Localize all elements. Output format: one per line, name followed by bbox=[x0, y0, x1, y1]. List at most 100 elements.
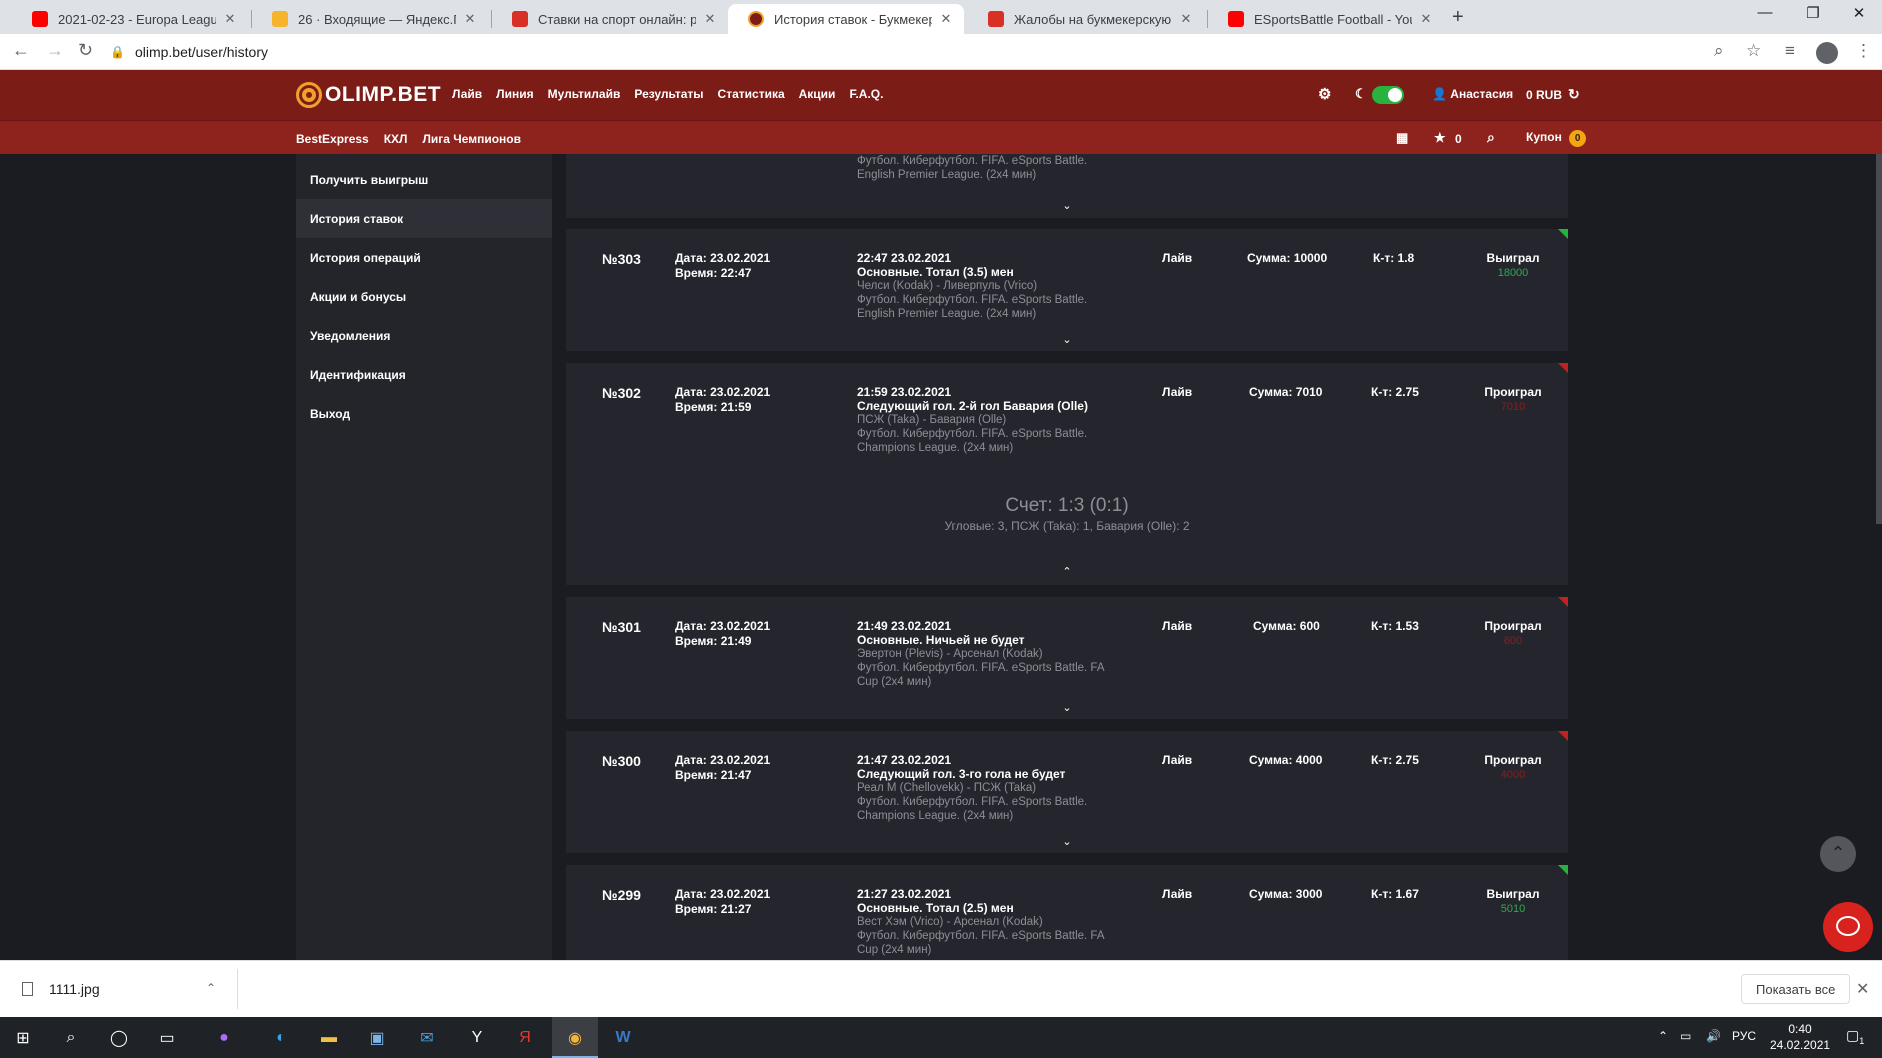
reading-list-icon[interactable]: ≡ bbox=[1785, 41, 1795, 61]
browser-tab-4-active[interactable]: История ставок - Букмекерская ✕ bbox=[728, 4, 964, 34]
forward-icon[interactable]: → bbox=[46, 40, 64, 61]
expand-chevron-icon[interactable]: ⌄ bbox=[1061, 199, 1073, 212]
sidebar-item-notifications[interactable]: Уведомления bbox=[296, 316, 552, 355]
back-icon[interactable]: ← bbox=[12, 40, 30, 61]
bet-league-line2: Champions League. (2x4 мин) bbox=[857, 442, 1014, 454]
bet-card-303[interactable]: №303 Дата: 23.02.2021 Время: 22:47 22:47… bbox=[566, 229, 1568, 351]
profile-avatar-icon[interactable] bbox=[1816, 42, 1838, 64]
bet-card-302[interactable]: №302 Дата: 23.02.2021 Время: 21:59 21:59… bbox=[566, 363, 1568, 585]
new-tab-icon[interactable]: + bbox=[1452, 6, 1464, 29]
nav-item-multilive[interactable]: Мультилайв bbox=[548, 87, 621, 101]
calendar-icon[interactable]: ▦ bbox=[1396, 130, 1408, 146]
yandex-browser-icon[interactable]: Y bbox=[464, 1025, 490, 1051]
store-icon[interactable]: ▣ bbox=[364, 1025, 390, 1051]
coupon-count-badge: 0 bbox=[1569, 130, 1587, 147]
olimp-logo[interactable]: OLIMP.BET bbox=[296, 82, 441, 108]
yandex-icon[interactable]: Я bbox=[512, 1025, 538, 1051]
username: Анастасия bbox=[1450, 87, 1514, 101]
nav-item-results[interactable]: Результаты bbox=[634, 87, 703, 101]
subnav-item-bestexpress[interactable]: BestExpress bbox=[296, 132, 369, 146]
tab-close-icon[interactable]: ✕ bbox=[1178, 11, 1194, 27]
bookmark-star-icon[interactable]: ☆ bbox=[1746, 41, 1761, 61]
expand-chevron-icon[interactable]: ⌄ bbox=[1061, 835, 1073, 848]
refresh-balance-icon[interactable]: ↻ bbox=[1568, 86, 1580, 103]
lose-corner-marker bbox=[1558, 731, 1568, 741]
sidebar-item-identification[interactable]: Идентификация bbox=[296, 355, 552, 394]
coupon-button[interactable]: Купон 0 bbox=[1526, 130, 1587, 147]
user-account[interactable]: 👤 Анастасия bbox=[1432, 87, 1513, 101]
tab-close-icon[interactable]: ✕ bbox=[938, 11, 954, 27]
main-nav: Лайв Линия Мультилайв Результаты Статист… bbox=[452, 87, 883, 101]
url-field[interactable]: 🔒 olimp.bet/user/history bbox=[110, 38, 1730, 66]
edge-browser-icon[interactable]: ◐ bbox=[268, 1025, 294, 1051]
settings-gear-icon[interactable]: ⚙ bbox=[1318, 85, 1331, 103]
reload-icon[interactable]: ↻ bbox=[78, 40, 93, 61]
bet-odds: К-т: 1.8 bbox=[1373, 251, 1415, 265]
expand-chevron-icon[interactable]: ⌄ bbox=[1061, 333, 1073, 346]
bet-number: №300 bbox=[602, 753, 641, 769]
dark-mode-toggle[interactable] bbox=[1372, 86, 1404, 104]
word-icon[interactable]: W bbox=[610, 1025, 636, 1051]
subnav-item-champions-league[interactable]: Лига Чемпионов bbox=[422, 132, 521, 146]
maximize-icon[interactable]: ❐ bbox=[1790, 4, 1836, 22]
site-header: OLIMP.BET Лайв Линия Мультилайв Результа… bbox=[0, 70, 1882, 120]
bet-date: Дата: 23.02.2021 bbox=[675, 619, 771, 633]
tab-close-icon[interactable]: ✕ bbox=[1418, 11, 1434, 27]
sidebar-item-operations-history[interactable]: История операций bbox=[296, 238, 552, 277]
notifications-icon[interactable]: ▢1 bbox=[1846, 1027, 1864, 1046]
nav-item-live[interactable]: Лайв bbox=[452, 87, 482, 101]
menu-kebab-icon[interactable]: ⋮ bbox=[1855, 41, 1872, 61]
scroll-to-top-button[interactable]: ⌃ bbox=[1820, 836, 1856, 872]
volume-icon[interactable]: 🔊 bbox=[1706, 1029, 1721, 1043]
tab-close-icon[interactable]: ✕ bbox=[702, 11, 718, 27]
sidebar-item-bet-history[interactable]: История ставок bbox=[296, 199, 552, 238]
tab-close-icon[interactable]: ✕ bbox=[462, 11, 478, 27]
browser-tab-3[interactable]: Ставки на спорт онлайн: рейтинг ✕ bbox=[492, 4, 728, 34]
task-view-icon[interactable]: ▭ bbox=[154, 1025, 180, 1051]
nav-item-promotions[interactable]: Акции bbox=[799, 87, 836, 101]
bet-type: Лайв bbox=[1162, 251, 1193, 265]
bet-card-300[interactable]: №300 Дата: 23.02.2021 Время: 21:47 21:47… bbox=[566, 731, 1568, 853]
balance[interactable]: 0 RUB bbox=[1526, 88, 1562, 102]
close-downloads-icon[interactable]: ✕ bbox=[1856, 979, 1869, 999]
file-explorer-icon[interactable]: ▬ bbox=[316, 1025, 342, 1051]
download-item[interactable]: 1111.jpg bbox=[22, 981, 100, 997]
show-all-downloads-button[interactable]: Показать все bbox=[1741, 974, 1851, 1004]
search-icon[interactable]: ⌕ bbox=[58, 1025, 84, 1051]
lock-icon: 🔒 bbox=[110, 45, 125, 59]
sidebar-item-logout[interactable]: Выход bbox=[296, 394, 552, 433]
sidebar-item-get-winnings[interactable]: Получить выигрыш bbox=[296, 160, 552, 199]
favorites-star-icon[interactable]: ★ bbox=[1434, 130, 1446, 146]
support-chat-button[interactable] bbox=[1823, 902, 1873, 952]
search-icon[interactable]: ⌕ bbox=[1487, 129, 1495, 146]
system-clock[interactable]: 0:40 24.02.2021 bbox=[1770, 1021, 1830, 1053]
browser-tab-5[interactable]: Жалобы на букмекерскую конт ✕ bbox=[968, 4, 1204, 34]
chrome-icon[interactable]: ◉ bbox=[562, 1025, 588, 1051]
bet-card-301[interactable]: №301 Дата: 23.02.2021 Время: 21:49 21:49… bbox=[566, 597, 1568, 719]
browser-tab-1[interactable]: 2021-02-23 - Europa League and ✕ bbox=[12, 4, 248, 34]
sidebar-item-promotions[interactable]: Акции и бонусы bbox=[296, 277, 552, 316]
browser-tab-2[interactable]: 26 · Входящие — Яндекс.Почта ✕ bbox=[252, 4, 488, 34]
collapse-chevron-icon[interactable]: ⌃ bbox=[1061, 565, 1073, 578]
url-text: olimp.bet/user/history bbox=[134, 44, 269, 60]
nav-item-faq[interactable]: F.A.Q. bbox=[849, 87, 883, 101]
windows-start-icon[interactable]: ⊞ bbox=[10, 1025, 36, 1051]
network-icon[interactable]: ▭ bbox=[1680, 1029, 1691, 1043]
nav-item-statistics[interactable]: Статистика bbox=[718, 87, 785, 101]
bet-card-299[interactable]: №299 Дата: 23.02.2021 Время: 21:27 21:27… bbox=[566, 865, 1568, 960]
browser-tab-6[interactable]: ESportsBattle Football - YouTube ✕ bbox=[1208, 4, 1444, 34]
language-indicator[interactable]: РУС bbox=[1732, 1029, 1756, 1043]
zoom-icon[interactable]: ⌕ bbox=[1714, 41, 1724, 61]
subnav-item-khl[interactable]: КХЛ bbox=[384, 132, 408, 146]
close-window-icon[interactable]: ✕ bbox=[1836, 4, 1882, 22]
page-scrollbar[interactable] bbox=[1876, 154, 1882, 960]
cortana-icon[interactable]: ◯ bbox=[106, 1025, 132, 1051]
chevron-up-icon[interactable]: ⌃ bbox=[206, 981, 216, 995]
tray-chevron-icon[interactable]: ⌃ bbox=[1658, 1029, 1668, 1043]
expand-chevron-icon[interactable]: ⌄ bbox=[1061, 701, 1073, 714]
minimize-icon[interactable]: — bbox=[1742, 4, 1788, 21]
alice-assistant-icon[interactable]: ● bbox=[211, 1025, 237, 1051]
nav-item-line[interactable]: Линия bbox=[496, 87, 533, 101]
mail-icon[interactable]: ✉ bbox=[414, 1025, 440, 1051]
tab-close-icon[interactable]: ✕ bbox=[222, 11, 238, 27]
